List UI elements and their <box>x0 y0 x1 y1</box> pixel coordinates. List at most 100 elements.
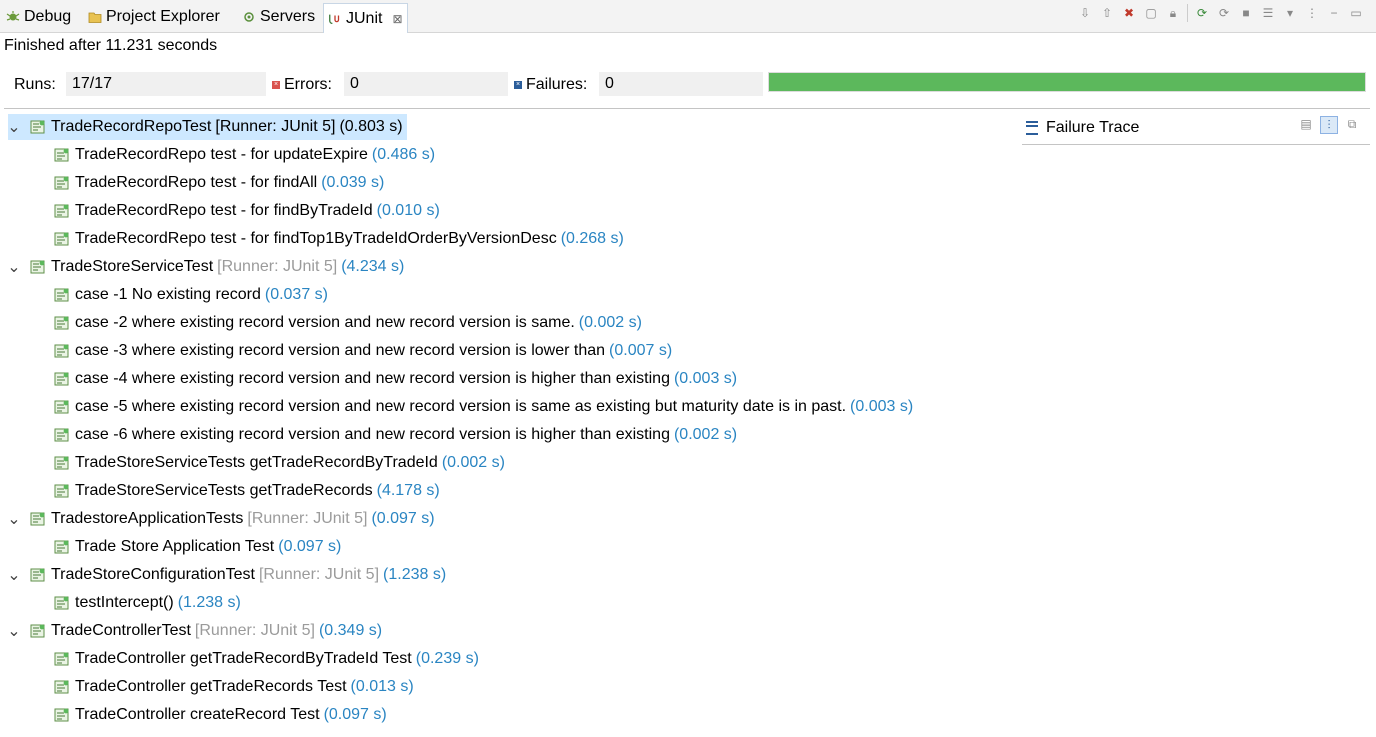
test-case-row[interactable]: Trade Store Application Test (0.097 s) <box>54 534 341 560</box>
test-suite-row[interactable]: ⌄ TradeStoreConfigurationTest [Runner: JUn… <box>7 562 446 588</box>
test-passed-icon <box>54 147 70 163</box>
errors-value: 0 <box>344 72 508 96</box>
chevron-down-icon[interactable]: ⌄ <box>7 117 20 137</box>
suite-time: (0.803 s) <box>339 118 403 135</box>
test-passed-icon <box>54 315 70 331</box>
test-passed-icon <box>54 455 70 471</box>
suite-time: (0.097 s) <box>371 510 435 527</box>
test-name: TradeController getTradeRecords Test <box>75 678 347 695</box>
failures-label: Failures: <box>526 76 588 93</box>
test-passed-icon <box>54 287 70 303</box>
errors-label-group: × Errors: <box>272 76 332 94</box>
stack-trace-icon <box>1026 121 1038 135</box>
test-name: case -2 where existing record version an… <box>75 314 575 331</box>
maximize-icon[interactable]: ▭ <box>1348 5 1364 21</box>
test-run-history-icon[interactable]: ☰ <box>1260 5 1276 21</box>
tab-junit[interactable]: JUnit ⊠ <box>323 3 408 33</box>
failures-label-group: × Failures: <box>514 76 587 94</box>
test-case-row[interactable]: TradeController createRecord Test (0.097 … <box>54 702 387 728</box>
previous-failure-icon[interactable]: ⇧ <box>1099 5 1115 21</box>
test-time: (0.010 s) <box>376 202 440 219</box>
test-time: (0.268 s) <box>560 230 624 247</box>
test-case-row[interactable]: TradeStoreServiceTests getTradeRecordByT… <box>54 450 505 476</box>
chevron-down-icon[interactable]: ▾ <box>1282 5 1298 21</box>
test-case-row[interactable]: case -6 where existing record version an… <box>54 422 737 448</box>
test-case-row[interactable]: TradeController getTradeRecords Test (0.0… <box>54 674 414 700</box>
test-name: TradeRecordRepo test - for updateExpire <box>75 146 368 163</box>
failure-icon: × <box>514 81 522 89</box>
test-passed-icon <box>54 707 70 723</box>
test-name: TradeRecordRepo test - for findTop1ByTra… <box>75 230 557 247</box>
tab-label: Servers <box>260 8 316 25</box>
test-time: (0.013 s) <box>350 678 414 695</box>
test-name: case -4 where existing record version an… <box>75 370 670 387</box>
rerun-test-icon[interactable]: ⟳ <box>1194 5 1210 21</box>
test-case-row[interactable]: TradeStoreServiceTests getTradeRecords (4… <box>54 478 440 504</box>
next-failure-icon[interactable]: ⇩ <box>1077 5 1093 21</box>
view-menu-icon[interactable]: ⋮ <box>1304 5 1320 21</box>
test-case-row[interactable]: TradeController getTradeRecordByTradeId … <box>54 646 479 672</box>
test-suite-row[interactable]: ⌄ TradeRecordRepoTest [Runner: JUnit 5] (0.… <box>7 114 407 140</box>
test-name: case -3 where existing record version an… <box>75 342 606 359</box>
junit-toolbar: ⇩ ⇧ ✖ ▢ 🔒︎ ⟳ ⟳ ■ ☰ ▾ ⋮ − ▭ <box>1077 4 1364 22</box>
test-name: TradeController createRecord Test <box>75 706 320 723</box>
test-case-row[interactable]: case -4 where existing record version an… <box>54 366 737 392</box>
test-time: (4.178 s) <box>376 482 440 499</box>
chevron-down-icon[interactable]: ⌄ <box>7 257 20 277</box>
test-suite-icon <box>30 623 46 639</box>
show-skipped-icon[interactable]: ▢ <box>1143 5 1159 21</box>
suite-time: (4.234 s) <box>341 258 405 275</box>
stop-icon[interactable]: ■ <box>1238 5 1254 21</box>
test-case-row[interactable]: case -5 where existing record version an… <box>54 394 913 420</box>
tab-debug[interactable]: Debug <box>6 4 71 30</box>
test-case-row[interactable]: TradeRecordRepo test - for updateExpire(… <box>54 142 435 168</box>
test-time: (0.039 s) <box>321 174 385 191</box>
test-case-row[interactable]: case -2 where existing record version an… <box>54 310 642 336</box>
test-case-row[interactable]: TradeRecordRepo test - for findByTradeId… <box>54 198 440 224</box>
test-name: TradeRecordRepo test - for findByTradeId <box>75 202 373 219</box>
test-case-row[interactable]: TradeRecordRepo test - for findTop1ByTra… <box>54 226 624 252</box>
test-case-row[interactable]: TradeRecordRepo test - for findAll (0.039… <box>54 170 384 196</box>
run-stats-bar: Runs: 17/17 × Errors: 0 × Failures: 0 <box>0 69 1376 101</box>
tab-project-explorer[interactable]: Project Explorer <box>88 4 220 30</box>
test-suite-icon <box>30 567 46 583</box>
chevron-down-icon[interactable]: ⌄ <box>7 621 20 641</box>
failure-trace-title: Failure Trace <box>1046 119 1140 136</box>
show-failures-only-icon[interactable]: ✖ <box>1121 5 1137 21</box>
copy-trace-icon[interactable]: ⧉ <box>1344 116 1360 132</box>
test-name: case -5 where existing record version an… <box>75 398 847 415</box>
test-case-row[interactable]: case -1 No existing record (0.037 s) <box>54 282 328 308</box>
compare-results-icon[interactable]: ▤ <box>1298 116 1314 132</box>
test-time: (1.238 s) <box>177 594 241 611</box>
test-case-row[interactable]: case -3 where existing record version an… <box>54 338 672 364</box>
suite-runner: [Runner: JUnit 5] <box>215 118 336 135</box>
test-name: case -6 where existing record version an… <box>75 426 670 443</box>
test-suite-row[interactable]: ⌄ TradeStoreServiceTest [Runner: JUnit 5](… <box>7 254 405 280</box>
filter-stack-trace-icon[interactable]: ⫶ <box>1320 116 1338 134</box>
test-case-row[interactable]: testIntercept() (1.238 s) <box>54 590 241 616</box>
test-passed-icon <box>54 175 70 191</box>
test-time: (0.486 s) <box>371 146 436 163</box>
test-passed-icon <box>54 399 70 415</box>
errors-label: Errors: <box>284 76 332 93</box>
test-suite-row[interactable]: ⌄ TradestoreApplicationTests [Runner: JUni… <box>7 506 435 532</box>
minimize-icon[interactable]: − <box>1326 5 1342 21</box>
test-time: (0.007 s) <box>609 342 673 359</box>
test-name: testIntercept() <box>75 594 174 611</box>
test-time: (0.097 s) <box>278 538 342 555</box>
test-passed-icon <box>54 427 70 443</box>
test-passed-icon <box>54 595 70 611</box>
tab-servers[interactable]: Servers <box>242 4 315 30</box>
close-icon[interactable]: ⊠ <box>392 12 402 26</box>
chevron-down-icon[interactable]: ⌄ <box>7 565 20 585</box>
chevron-down-icon[interactable]: ⌄ <box>7 509 20 529</box>
scroll-lock-icon[interactable]: 🔒︎ <box>1165 5 1181 21</box>
test-suite-row[interactable]: ⌄ TradeControllerTest [Runner: JUnit 5] (0.… <box>7 618 383 644</box>
test-time: (0.239 s) <box>415 650 479 667</box>
suite-name: TradeStoreConfigurationTest <box>51 566 255 583</box>
suite-time: (0.349 s) <box>318 622 383 639</box>
rerun-failed-first-icon[interactable]: ⟳ <box>1216 5 1232 21</box>
suite-name: TradeStoreServiceTest <box>51 258 214 275</box>
test-passed-icon <box>54 539 70 555</box>
test-passed-icon <box>54 651 70 667</box>
